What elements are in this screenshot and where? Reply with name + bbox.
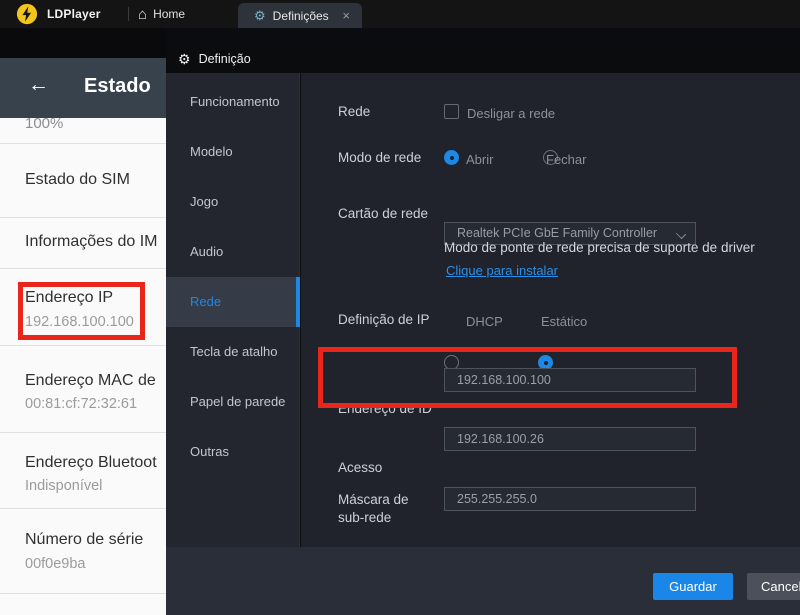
acesso-input[interactable]: [444, 427, 696, 451]
list-item-imei: Informações do IM: [25, 233, 158, 250]
sidebar-item-tecla-de-atalho[interactable]: Tecla de atalho: [166, 327, 300, 377]
list-divider: [0, 143, 166, 144]
desligar-rede-checkbox[interactable]: [444, 104, 459, 119]
dialog-header: ⚙ Definição: [166, 45, 800, 73]
android-statusbar: [0, 28, 166, 58]
dialog-gear-icon: ⚙: [178, 51, 191, 67]
sidebar-item-papel-de-parede[interactable]: Papel de parede: [166, 377, 300, 427]
list-item-mac-value: 00:81:cf:72:32:61: [25, 396, 138, 412]
list-divider: [0, 345, 166, 346]
back-arrow-icon[interactable]: ←: [28, 74, 49, 95]
list-item-bluetooth-value: Indisponível: [25, 478, 103, 494]
mascara-sub-rede-input[interactable]: [444, 487, 696, 511]
list-divider: [0, 217, 166, 218]
home-label: Home: [153, 7, 186, 21]
dialog-title: Definição: [198, 52, 251, 66]
dialog-content: Rede Desligar a rede Modo de rede Abrir …: [301, 73, 800, 547]
install-driver-link[interactable]: Clique para instalar: [446, 263, 558, 278]
android-header: ← Estado: [0, 58, 166, 118]
modo-abrir-radio[interactable]: [444, 150, 459, 165]
highlight-box-endereco-ip: [18, 282, 145, 340]
dialog-sidebar: Funcionamento Modelo Jogo Audio Rede Tec…: [166, 73, 300, 547]
cartao-de-rede-label: Cartão de rede: [338, 206, 429, 221]
definicao-de-ip-label: Definição de IP: [338, 312, 430, 327]
cancel-button[interactable]: Cancelar: [747, 573, 800, 600]
modo-fechar-radio-label: Fechar: [546, 152, 587, 167]
list-divider: [0, 268, 166, 269]
screen: LDPlayer ⌂ Home ⚙ Definições × ← Estado …: [0, 0, 800, 615]
list-item-serial-value: 00f0e9ba: [25, 556, 86, 572]
list-divider: [0, 508, 166, 509]
modo-de-rede-label: Modo de rede: [338, 150, 422, 165]
dialog-footer: Guardar Cancelar: [166, 547, 800, 615]
home-button[interactable]: ⌂ Home: [138, 0, 185, 28]
sidebar-selected-indicator: [296, 277, 300, 327]
chevron-down-icon: [675, 228, 687, 240]
list-item-partial: 100%: [25, 115, 64, 132]
tab-gear-icon: ⚙: [254, 8, 266, 23]
home-icon: ⌂: [138, 5, 148, 23]
ldplayer-logo-icon: [16, 3, 38, 25]
sidebar-item-funcionamento[interactable]: Funcionamento: [166, 77, 300, 127]
network-card-selected-value: Realtek PCIe GbE Family Controller: [457, 226, 658, 240]
titlebar-separator: [128, 7, 129, 21]
sidebar-item-jogo[interactable]: Jogo: [166, 177, 300, 227]
sidebar-item-modelo[interactable]: Modelo: [166, 127, 300, 177]
highlight-box-endereco-de-id: [318, 347, 737, 408]
rede-label: Rede: [338, 104, 371, 119]
window-titlebar: LDPlayer ⌂ Home ⚙ Definições ×: [0, 0, 800, 28]
bridge-driver-note: Modo de ponte de rede precisa de suporte…: [444, 240, 755, 255]
settings-dialog: ⚙ Definição Funcionamento Modelo Jogo Au…: [166, 45, 800, 615]
list-item-bluetooth-title: Endereço Bluetoot: [25, 454, 157, 471]
mascara-sub-rede-label: Máscara de sub-rede: [338, 492, 409, 525]
list-item-sim: Estado do SIM: [25, 171, 130, 188]
tab-definicoes[interactable]: ⚙ Definições ×: [238, 3, 362, 28]
ip-dhcp-radio-label: DHCP: [466, 314, 503, 329]
ip-estatico-radio-label: Estático: [541, 314, 588, 329]
desligar-rede-checkbox-label: Desligar a rede: [467, 106, 556, 121]
android-page-title: Estado: [84, 75, 151, 97]
list-divider: [0, 593, 166, 594]
sidebar-item-rede-label: Rede: [190, 294, 222, 309]
save-button[interactable]: Guardar: [653, 573, 733, 600]
list-item-serial-title: Número de série: [25, 531, 144, 548]
sidebar-item-audio[interactable]: Audio: [166, 227, 300, 277]
list-item-mac-title: Endereço MAC de: [25, 372, 156, 389]
list-divider: [0, 432, 166, 433]
modo-abrir-radio-label: Abrir: [466, 152, 494, 167]
tab-label: Definições: [272, 8, 329, 23]
acesso-label: Acesso: [338, 460, 383, 475]
sidebar-item-outras[interactable]: Outras: [166, 427, 300, 477]
sidebar-item-rede[interactable]: Rede: [166, 277, 300, 327]
app-title: LDPlayer: [47, 7, 101, 21]
tab-close-icon[interactable]: ×: [340, 7, 352, 24]
